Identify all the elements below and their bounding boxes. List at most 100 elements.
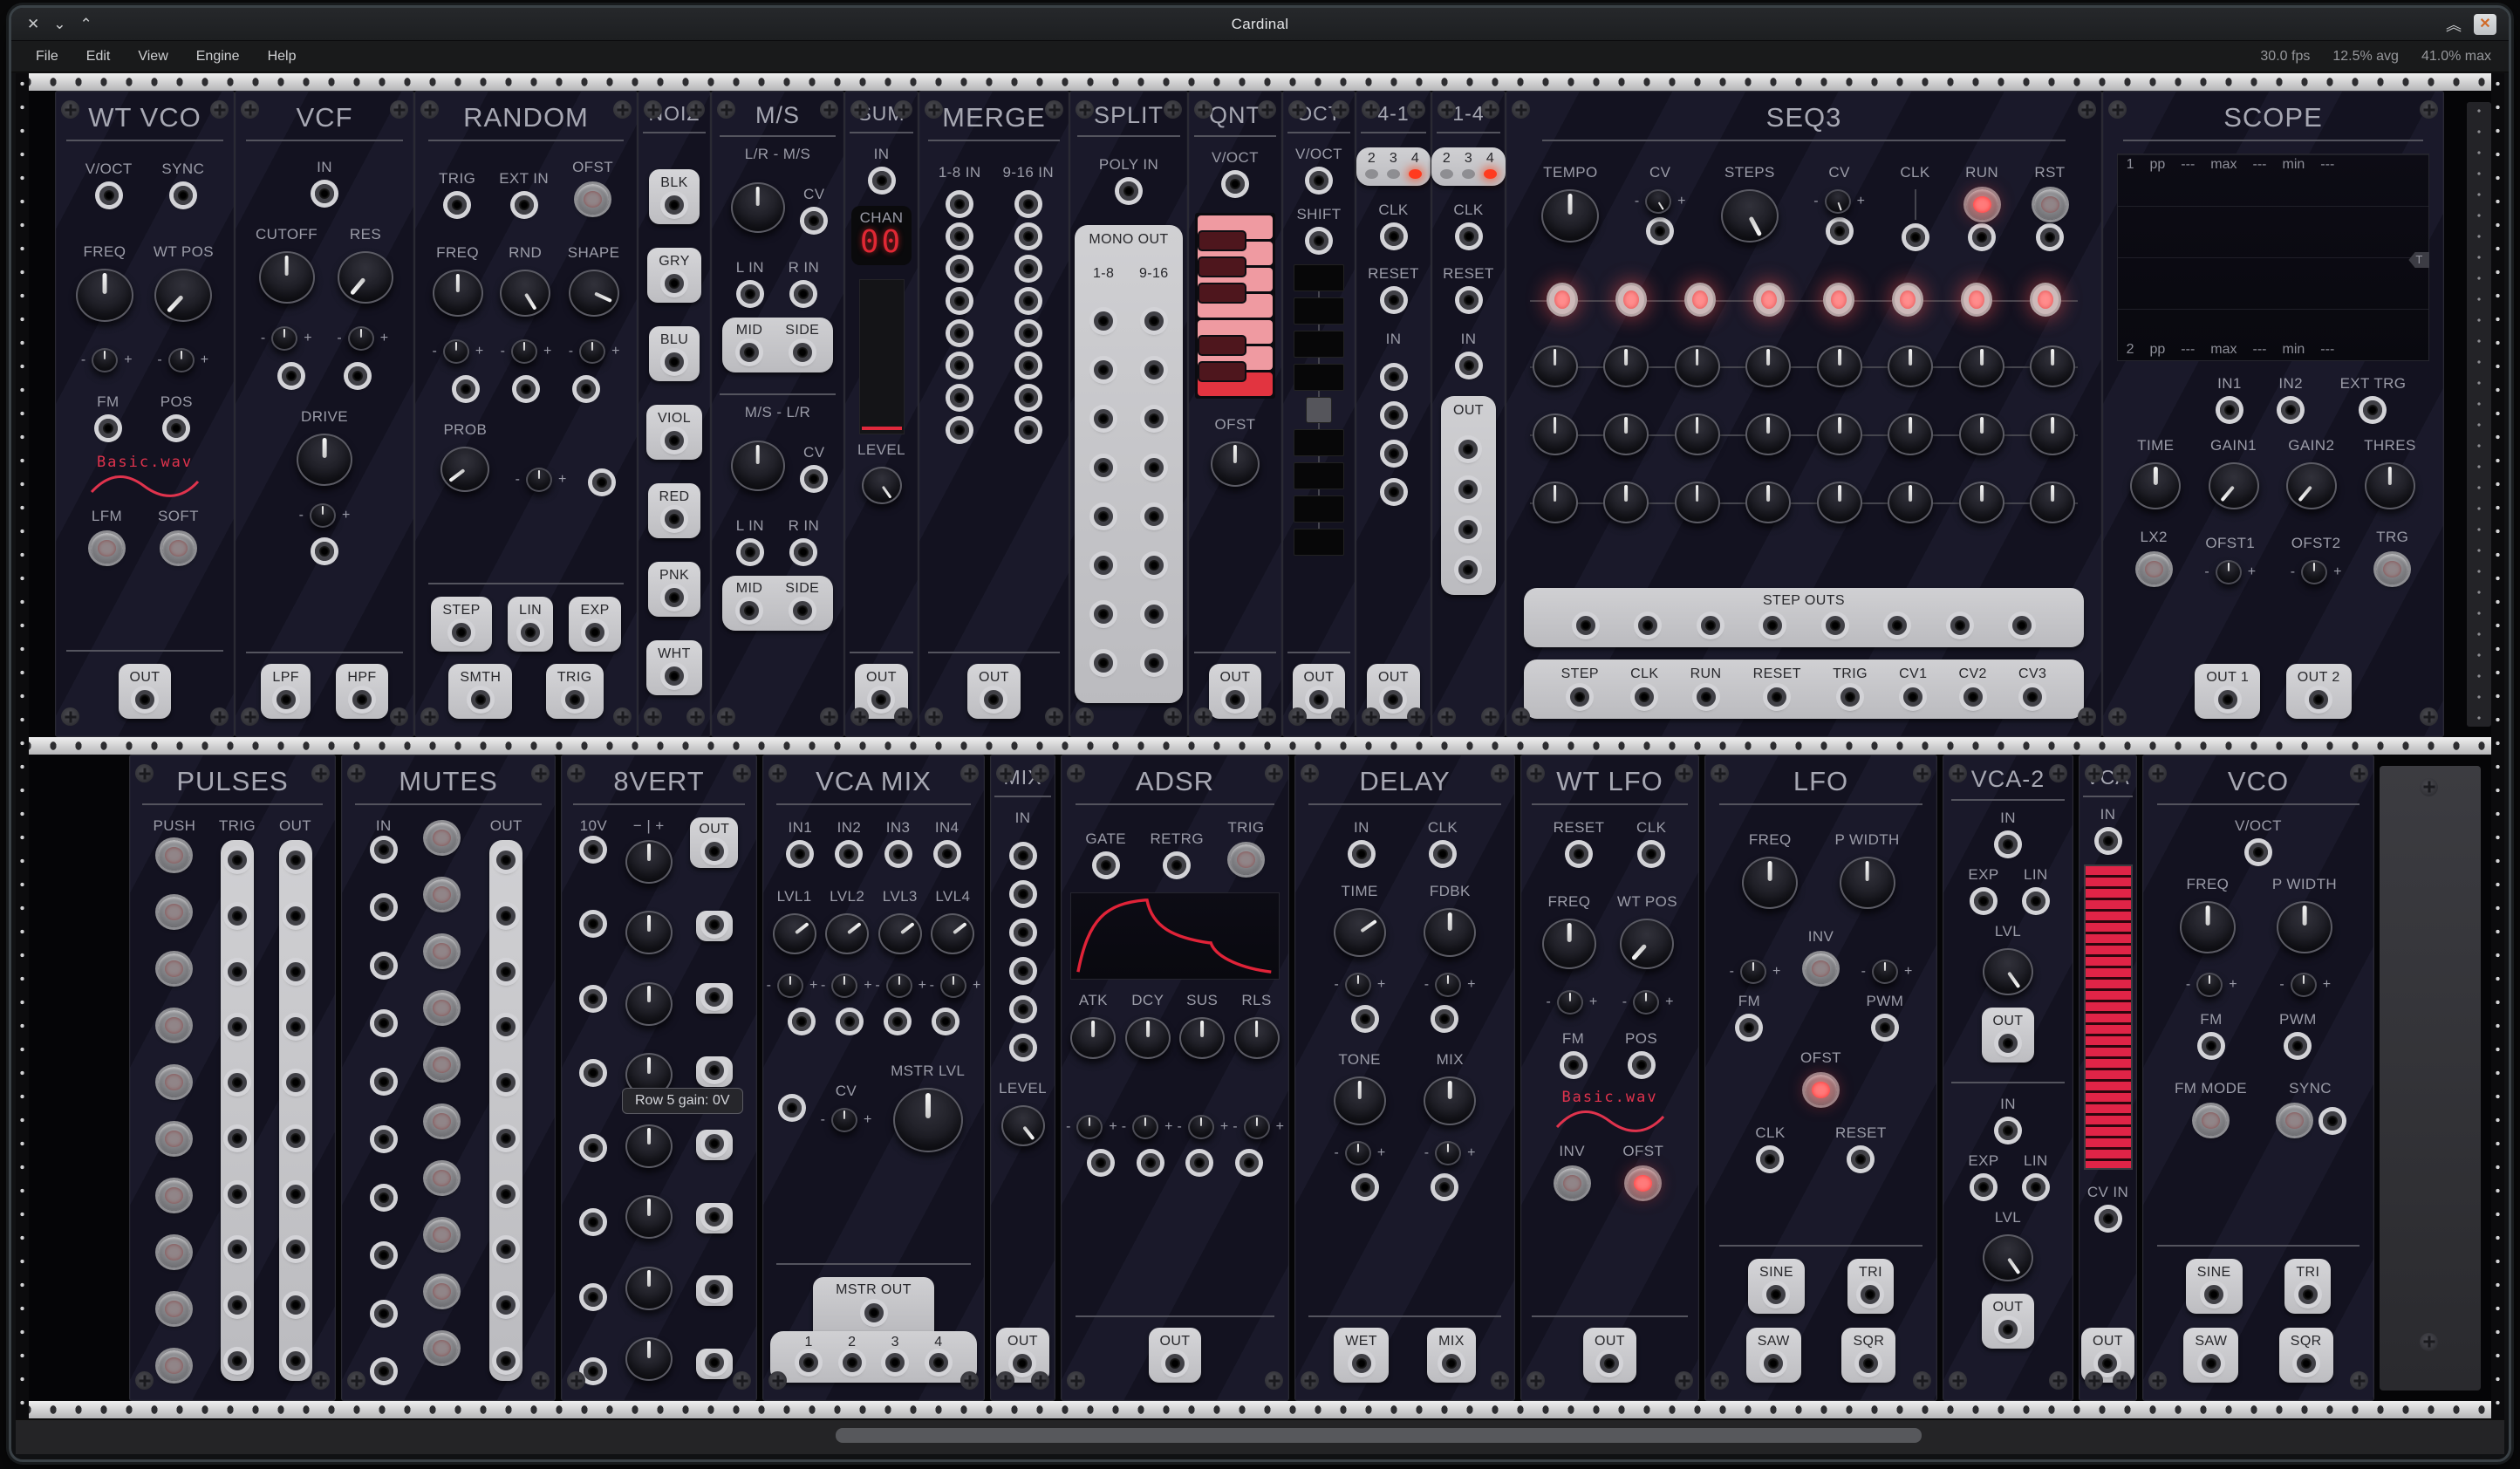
knob[interactable]: [1070, 1017, 1116, 1059]
black-key[interactable]: [1198, 283, 1246, 304]
jack-port[interactable]: [348, 366, 367, 386]
jack-port[interactable]: [2202, 1036, 2221, 1056]
jack-port[interactable]: [1974, 892, 1993, 911]
jack-port[interactable]: [496, 962, 516, 981]
jack-port[interactable]: [1019, 259, 1038, 278]
knob[interactable]: [1675, 345, 1720, 387]
knob[interactable]: [625, 911, 673, 954]
menu-item-edit[interactable]: Edit: [83, 49, 114, 65]
module-vca-2[interactable]: VCA-2INEXPLINLVLOUTINEXPLINLVLOUT: [1943, 755, 2073, 1401]
channel-selector[interactable]: 234: [1431, 147, 1506, 186]
output-jack[interactable]: [705, 842, 724, 861]
jack-port[interactable]: [1094, 311, 1113, 331]
led-button-lit[interactable]: [1627, 1168, 1659, 1199]
jack-port[interactable]: [1014, 923, 1033, 942]
trim-knob[interactable]: [1345, 1141, 1371, 1165]
rack-area[interactable]: WT VCOV/OCTSYNCFREQWT POS-+-+FMPOSBasic.…: [16, 73, 2504, 1419]
trim-knob[interactable]: [1557, 990, 1583, 1015]
jack-port[interactable]: [1014, 1000, 1033, 1019]
trim-knob[interactable]: [1076, 1115, 1103, 1139]
jack-port[interactable]: [1384, 227, 1403, 246]
jack-port[interactable]: [1094, 605, 1113, 624]
output-jack[interactable]: [2012, 616, 2032, 635]
jack-port[interactable]: [592, 473, 611, 492]
knob[interactable]: [1234, 1017, 1280, 1059]
jack-port[interactable]: [584, 1138, 603, 1158]
output-jack[interactable]: [565, 690, 584, 709]
channel-selector[interactable]: 234: [1356, 147, 1431, 186]
jack-port[interactable]: [1094, 556, 1113, 575]
knob[interactable]: [1721, 189, 1779, 243]
knob[interactable]: [1603, 413, 1649, 455]
knob[interactable]: [1817, 413, 1862, 455]
knob[interactable]: [1888, 413, 1933, 455]
knob[interactable]: [1959, 413, 2004, 455]
black-key[interactable]: [1198, 335, 1246, 356]
output-jack[interactable]: [1226, 690, 1245, 709]
knob[interactable]: [2030, 413, 2075, 455]
knob[interactable]: [154, 269, 212, 322]
black-key[interactable]: [1198, 230, 1246, 251]
jack-port[interactable]: [1767, 687, 1786, 707]
jack-port[interactable]: [1019, 195, 1038, 214]
trim-knob[interactable]: [271, 326, 297, 351]
trim-knob[interactable]: [1435, 1141, 1461, 1165]
trim-knob[interactable]: [1244, 1115, 1270, 1139]
jack-port[interactable]: [577, 379, 596, 399]
jack-port[interactable]: [1356, 1009, 1375, 1028]
knob[interactable]: [1001, 1105, 1045, 1146]
trigger-marker[interactable]: T: [2408, 252, 2429, 268]
knob[interactable]: [878, 913, 922, 954]
jack-port[interactable]: [950, 227, 969, 246]
knob[interactable]: [1675, 482, 1720, 523]
jack-port[interactable]: [1569, 844, 1588, 864]
jack-port[interactable]: [839, 844, 858, 864]
knob[interactable]: [433, 270, 483, 317]
output-jack[interactable]: [799, 1353, 818, 1372]
jack-port[interactable]: [1014, 885, 1033, 904]
knob[interactable]: [2286, 462, 2337, 509]
output-jack[interactable]: [2297, 1354, 2316, 1373]
output-jack[interactable]: [1950, 616, 1970, 635]
knob[interactable]: [1179, 1017, 1225, 1059]
jack-port[interactable]: [228, 1295, 247, 1315]
knob[interactable]: [2365, 462, 2415, 509]
trim-knob[interactable]: [1435, 973, 1461, 997]
jack-port[interactable]: [1650, 222, 1670, 241]
knob[interactable]: [1424, 908, 1476, 957]
module-vcf[interactable]: VCFINCUTOFFRES-+-+DRIVE-+LPFHPF: [235, 91, 414, 737]
output-jack[interactable]: [521, 623, 540, 642]
jack-port[interactable]: [496, 906, 516, 926]
knob[interactable]: [625, 1124, 673, 1168]
trim-knob[interactable]: [1740, 960, 1766, 984]
knob[interactable]: [1211, 441, 1260, 487]
trim-knob[interactable]: [777, 974, 803, 998]
jack-port[interactable]: [1094, 409, 1113, 428]
led-button[interactable]: [2278, 1105, 2311, 1136]
jack-port[interactable]: [2040, 228, 2059, 247]
jack-port[interactable]: [741, 543, 760, 562]
output-jack[interactable]: [705, 1280, 724, 1299]
knob[interactable]: [731, 182, 785, 233]
jack-port[interactable]: [2026, 892, 2045, 911]
module-seq3[interactable]: SEQ3TEMPOCV-+STEPSCV-+CLKRUNRSTSTEP OUTS…: [1506, 91, 2102, 737]
jack-port[interactable]: [950, 388, 969, 407]
black-key[interactable]: [1198, 256, 1246, 277]
jack-port[interactable]: [315, 542, 334, 561]
output-jack[interactable]: [1458, 560, 1478, 579]
led-button[interactable]: [158, 953, 190, 984]
jack-port[interactable]: [1144, 458, 1164, 477]
jack-port[interactable]: [286, 906, 305, 926]
jack-port[interactable]: [374, 1362, 393, 1381]
jack-port[interactable]: [374, 1014, 393, 1033]
jack-port[interactable]: [496, 1129, 516, 1148]
knob[interactable]: [1888, 482, 1933, 523]
knob[interactable]: [1959, 482, 2004, 523]
octave-cell[interactable]: [1294, 364, 1344, 391]
trim-knob[interactable]: [831, 1108, 857, 1132]
knob[interactable]: [825, 913, 869, 954]
output-jack[interactable]: [705, 1061, 724, 1080]
output-jack[interactable]: [352, 690, 372, 709]
output-jack[interactable]: [1888, 616, 1907, 635]
octave-cell[interactable]: [1294, 495, 1344, 523]
